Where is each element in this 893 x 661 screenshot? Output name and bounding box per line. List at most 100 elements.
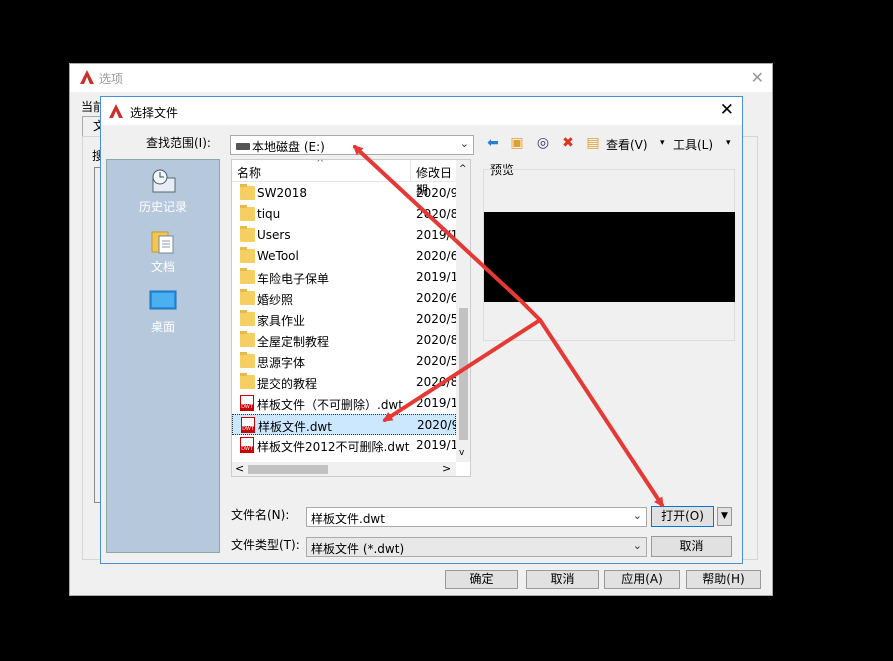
chevron-down-icon[interactable]: ⌄ (633, 509, 642, 522)
file-row[interactable]: 样板文件（不可删除）.dwt 2019/1 (232, 393, 459, 414)
dialog-close-icon[interactable]: ✕ (720, 100, 734, 120)
file-name: 样板文件2012不可删除.dwt (257, 440, 410, 454)
file-list: 名称 ^ 修改日期 SW2018 2020/9 tiqu 2020/8 Users 201… (231, 159, 471, 477)
file-row[interactable]: SW2018 2020/9 (232, 183, 459, 204)
file-name: WeTool (257, 249, 299, 263)
scroll-h-thumb[interactable] (248, 465, 328, 474)
file-name: 样板文件.dwt (258, 420, 332, 434)
file-name: 婚纱照 (257, 293, 294, 307)
file-date: 2020/9 (416, 186, 459, 200)
help-button[interactable]: 帮助(H) (686, 570, 761, 589)
file-type-select[interactable]: 样板文件 (*.dwt) ⌄ (306, 537, 647, 557)
file-row[interactable]: 思源字体 2020/5 (232, 351, 458, 372)
scroll-thumb[interactable] (459, 308, 468, 440)
open-button[interactable]: 打开(O) (651, 506, 714, 527)
autocad-logo-icon (109, 104, 123, 118)
file-row[interactable]: WeTool 2020/6 (232, 246, 459, 267)
new-folder-icon[interactable]: ▤ (584, 133, 602, 153)
dialog-titlebar: 选择文件 ✕ (101, 97, 742, 125)
open-dropdown-icon[interactable]: ▼ (717, 507, 732, 526)
views-dropdown-icon[interactable]: ▾ (660, 138, 665, 148)
dialog-toolbar: ⬅ ▣ ◎ ✖ ▤ 查看(V) ▾ 工具(L) ▾ (484, 133, 739, 155)
place-desktop-label: 桌面 (150, 320, 175, 334)
dwt-file-icon (240, 395, 254, 411)
options-titlebar: 选项 ✕ (70, 64, 772, 92)
scroll-down-icon[interactable]: v (459, 448, 464, 458)
file-date: 2020/6 (416, 249, 459, 263)
file-date: 2020/8 (416, 333, 459, 347)
ok-button[interactable]: 确定 (445, 570, 518, 589)
views-menu[interactable]: 查看(V) (606, 136, 648, 153)
cancel-button[interactable]: 取消 (651, 536, 732, 557)
history-icon (152, 169, 176, 193)
folder-icon (240, 184, 255, 200)
options-cancel-button[interactable]: 取消 (526, 570, 599, 589)
folder-icon (240, 310, 255, 326)
documents-icon (151, 231, 174, 254)
file-date: 2020/9 (417, 418, 460, 432)
scroll-up-icon[interactable]: ^ (459, 164, 467, 174)
scroll-right-icon[interactable]: > (442, 462, 451, 475)
dwt-file-icon (241, 417, 255, 433)
file-name-input[interactable]: 样板文件.dwt ⌄ (306, 507, 647, 527)
tools-dropdown-icon[interactable]: ▾ (726, 138, 731, 148)
place-desktop[interactable]: 桌面 (107, 288, 219, 335)
back-icon[interactable]: ⬅ (484, 133, 502, 153)
file-type-label: 文件类型(T): (231, 538, 300, 552)
chevron-down-icon[interactable]: ⌄ (633, 539, 642, 552)
column-name[interactable]: 名称 (237, 164, 261, 181)
select-file-dialog: 选择文件 ✕ 查找范围(I): 本地磁盘 (E:) ⌄ ⬅ ▣ ◎ ✖ ▤ 查看… (100, 96, 743, 564)
scroll-left-icon[interactable]: < (235, 462, 244, 475)
file-row[interactable]: tiqu 2020/8 (232, 204, 459, 225)
file-date: 2020/8 (416, 375, 459, 389)
delete-icon[interactable]: ✖ (559, 133, 577, 153)
file-date: 2020/5 (416, 312, 459, 326)
file-date: 2019/1 (416, 228, 459, 242)
file-row[interactable]: Users 2019/1 (232, 225, 459, 246)
place-history[interactable]: 历史记录 (107, 168, 219, 215)
file-row[interactable]: 样板文件2012不可删除.dwt 2019/1 (232, 435, 459, 456)
file-name: 车险电子保单 (257, 272, 330, 286)
file-date: 2019/1 (416, 396, 459, 410)
vertical-scrollbar[interactable]: ^ v (456, 160, 470, 462)
options-title: 选项 (99, 72, 124, 86)
place-history-label: 历史记录 (138, 200, 187, 214)
file-row-selected[interactable]: 样板文件.dwt 2020/9 (232, 414, 460, 435)
file-name: tiqu (257, 207, 281, 221)
apply-button[interactable]: 应用(A) (604, 570, 680, 589)
file-row[interactable]: 全屋定制教程 2020/8 (232, 330, 459, 351)
folder-icon (240, 268, 255, 284)
options-close-icon[interactable]: ✕ (751, 68, 764, 87)
column-separator[interactable] (410, 160, 411, 182)
sort-ascending-icon: ^ (316, 159, 325, 169)
look-in-label: 查找范围(I): (146, 136, 211, 150)
file-name: 家具作业 (257, 314, 306, 328)
file-list-header: 名称 ^ 修改日期 (232, 159, 456, 197)
up-folder-icon[interactable]: ▣ (508, 133, 526, 153)
look-in-value: 本地磁盘 (E:) (252, 140, 325, 154)
file-date: 2020/8 (416, 207, 459, 221)
file-row[interactable]: 提交的教程 2020/8 (232, 372, 459, 393)
drive-icon (236, 143, 250, 150)
desktop-icon (149, 290, 177, 310)
places-bar: 历史记录 文档 桌面 (106, 159, 220, 553)
file-name-label: 文件名(N): (231, 508, 290, 522)
file-row[interactable]: 车险电子保单 2019/1 (232, 267, 459, 288)
horizontal-scrollbar[interactable]: < > (232, 462, 456, 476)
file-name: SW2018 (257, 186, 308, 200)
file-row[interactable]: 家具作业 2020/5 (232, 309, 459, 330)
file-date: 2020/6 (416, 291, 459, 305)
file-date: 2019/1 (416, 438, 459, 452)
tools-menu[interactable]: 工具(L) (673, 136, 713, 153)
place-documents[interactable]: 文档 (107, 228, 219, 275)
options-tab-files[interactable]: 文 (82, 116, 105, 136)
file-type-value: 样板文件 (*.dwt) (311, 542, 405, 556)
file-name: 样板文件（不可删除）.dwt (257, 398, 403, 412)
folder-icon (240, 289, 255, 305)
search-web-icon[interactable]: ◎ (534, 133, 552, 153)
file-name: 提交的教程 (257, 377, 318, 391)
file-date: 2019/1 (416, 270, 459, 284)
file-row[interactable]: 婚纱照 2020/6 (232, 288, 459, 309)
folder-icon (240, 205, 255, 221)
look-in-dropdown[interactable]: 本地磁盘 (E:) ⌄ (230, 135, 474, 155)
